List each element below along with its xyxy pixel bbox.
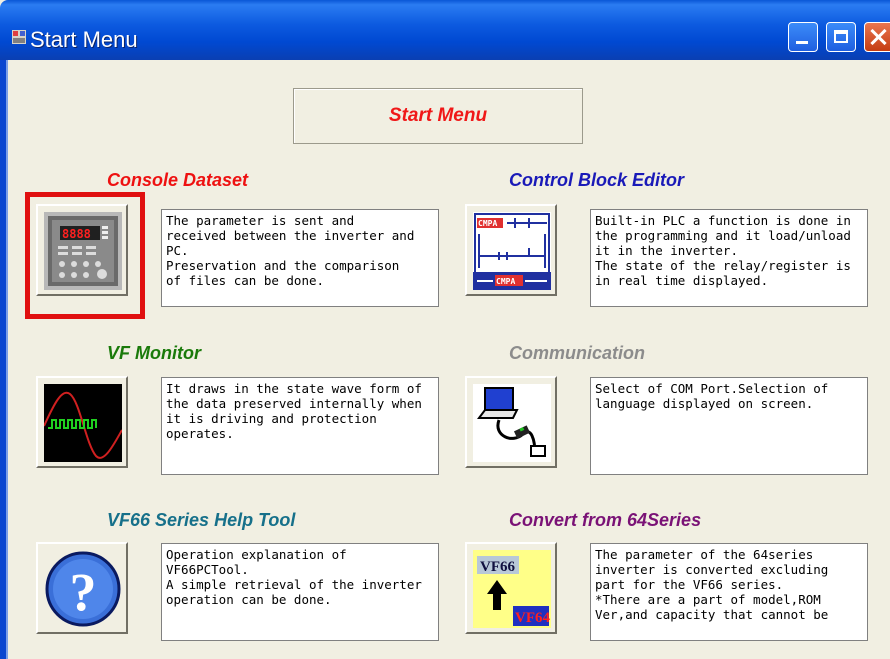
window-title: Start Menu bbox=[30, 27, 138, 52]
convert-arrow-icon: VF66 VF64 bbox=[473, 550, 551, 628]
communication-title: Communication bbox=[509, 343, 646, 363]
convert-button[interactable]: VF66 VF64 bbox=[465, 542, 557, 634]
communication-button[interactable] bbox=[465, 376, 557, 468]
control-block-editor-button[interactable]: CMPA CMPA bbox=[465, 204, 557, 296]
vf-monitor-button[interactable] bbox=[36, 376, 128, 468]
vf66-label: VF66 bbox=[480, 559, 515, 575]
header-panel: Start Menu bbox=[293, 88, 583, 144]
laptop-cable-icon bbox=[473, 384, 551, 462]
selection-highlight bbox=[25, 192, 145, 319]
app-icon bbox=[12, 30, 26, 44]
cmpa-label-top: CMPA bbox=[478, 219, 497, 228]
waveform-icon bbox=[44, 384, 122, 462]
help-tool-button[interactable]: ? bbox=[36, 542, 128, 634]
vf-monitor-description: It draws in the state wave form of the d… bbox=[161, 377, 439, 475]
help-tool-title: VF66 Series Help Tool bbox=[107, 510, 296, 530]
help-tool-description: Operation explanation of VF66PCTool. A s… bbox=[161, 543, 439, 641]
vf-monitor-title: VF Monitor bbox=[107, 343, 201, 363]
maximize-button[interactable] bbox=[826, 22, 856, 52]
help-question-icon: ? bbox=[45, 551, 121, 627]
start-menu-window: Start Menu Start Menu Console Dataset 88… bbox=[0, 0, 890, 659]
close-button[interactable] bbox=[864, 22, 890, 52]
plc-ladder-icon: CMPA CMPA bbox=[473, 212, 551, 290]
console-dataset-description: The parameter is sent and received betwe… bbox=[161, 209, 439, 307]
minimize-button[interactable] bbox=[788, 22, 818, 52]
cmpa-label-bottom: CMPA bbox=[496, 277, 515, 286]
control-block-editor-title: Control Block Editor bbox=[509, 170, 684, 190]
control-block-editor-description: Built-in PLC a function is done in the p… bbox=[590, 209, 868, 307]
console-dataset-title: Console Dataset bbox=[107, 170, 249, 190]
vf64-label: VF64 bbox=[515, 610, 550, 626]
convert-title: Convert from 64Series bbox=[509, 510, 702, 530]
title-bar[interactable]: Start Menu bbox=[0, 0, 890, 60]
convert-description: The parameter of the 64series inverter i… bbox=[590, 543, 868, 641]
svg-text:?: ? bbox=[70, 562, 97, 622]
page-title: Start Menu bbox=[388, 105, 488, 126]
communication-description: Select of COM Port.Selection of language… bbox=[590, 377, 868, 475]
